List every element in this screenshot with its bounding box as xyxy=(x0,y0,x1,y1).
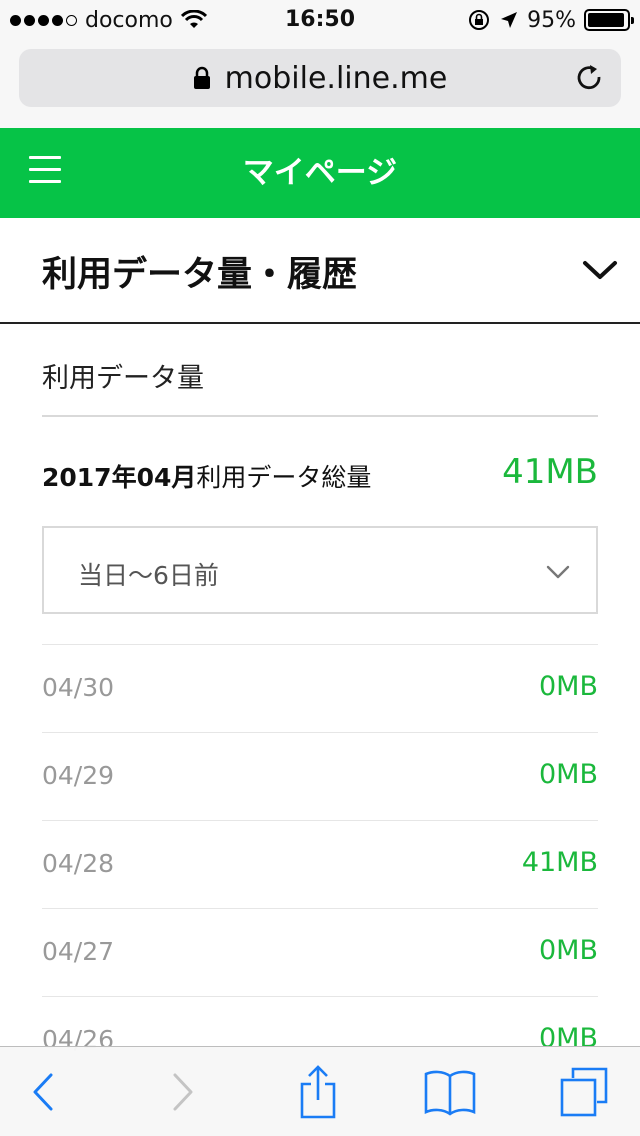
battery-fill xyxy=(588,13,625,27)
usage-subtitle: 利用データ量 xyxy=(42,363,204,394)
tabs-icon xyxy=(560,1067,608,1117)
status-right: 95% xyxy=(467,6,634,34)
period-select-value: 当日〜6日前 xyxy=(78,561,219,590)
back-button[interactable] xyxy=(3,1047,83,1136)
rotation-lock-icon xyxy=(469,10,490,30)
battery-icon xyxy=(584,9,634,31)
reload-icon[interactable] xyxy=(575,63,605,93)
battery-percent: 95% xyxy=(527,7,576,33)
status-bar: docomo 16:50 95% xyxy=(0,0,640,40)
url-text: mobile.line.me xyxy=(224,60,448,96)
total-month: 2017年04月 xyxy=(42,463,197,492)
address-bar[interactable]: mobile.line.me xyxy=(19,49,621,107)
section-header[interactable]: 利用データ量・履歴 xyxy=(0,218,640,324)
lock-icon xyxy=(193,66,210,89)
usage-value: 0MB xyxy=(539,759,598,790)
list-item: 04/28 41MB xyxy=(42,820,598,908)
period-select[interactable]: 当日〜6日前 xyxy=(42,526,598,614)
total-label-text: 利用データ総量 xyxy=(196,463,372,492)
forward-icon xyxy=(173,1073,193,1111)
chevron-down-icon[interactable] xyxy=(582,258,618,282)
location-arrow-icon xyxy=(501,12,518,28)
browser-toolbar xyxy=(0,1046,640,1136)
list-item: 04/30 0MB xyxy=(42,644,598,732)
chevron-down-icon xyxy=(546,565,570,579)
usage-date: 04/27 xyxy=(42,937,115,966)
usage-value: 0MB xyxy=(539,671,598,702)
usage-date: 04/29 xyxy=(42,761,115,790)
section-title: 利用データ量・履歴 xyxy=(42,255,358,295)
usage-date: 04/28 xyxy=(42,849,115,878)
list-item: 04/27 0MB xyxy=(42,908,598,996)
share-button[interactable] xyxy=(278,1047,358,1136)
page-title: マイページ xyxy=(242,155,398,191)
app-header: マイページ xyxy=(0,128,640,218)
share-icon xyxy=(300,1065,336,1119)
bookmarks-button[interactable] xyxy=(410,1047,490,1136)
monthly-total-value: 41MB xyxy=(502,452,598,492)
back-icon xyxy=(33,1073,53,1111)
usage-value: 0MB xyxy=(539,935,598,966)
daily-usage-list: 04/30 0MB 04/29 0MB 04/28 41MB 04/27 0MB… xyxy=(42,644,598,1084)
tabs-button[interactable] xyxy=(544,1047,624,1136)
monthly-total-row: 2017年04月利用データ総量 41MB xyxy=(42,448,598,498)
list-item: 04/29 0MB xyxy=(42,732,598,820)
divider xyxy=(42,415,598,417)
browser-address-area: mobile.line.me xyxy=(0,40,640,128)
bookmarks-icon xyxy=(424,1070,476,1116)
usage-value: 41MB xyxy=(521,847,598,878)
usage-date: 04/30 xyxy=(42,673,115,702)
forward-button[interactable] xyxy=(143,1047,223,1136)
monthly-total-label: 2017年04月利用データ総量 xyxy=(42,458,371,494)
